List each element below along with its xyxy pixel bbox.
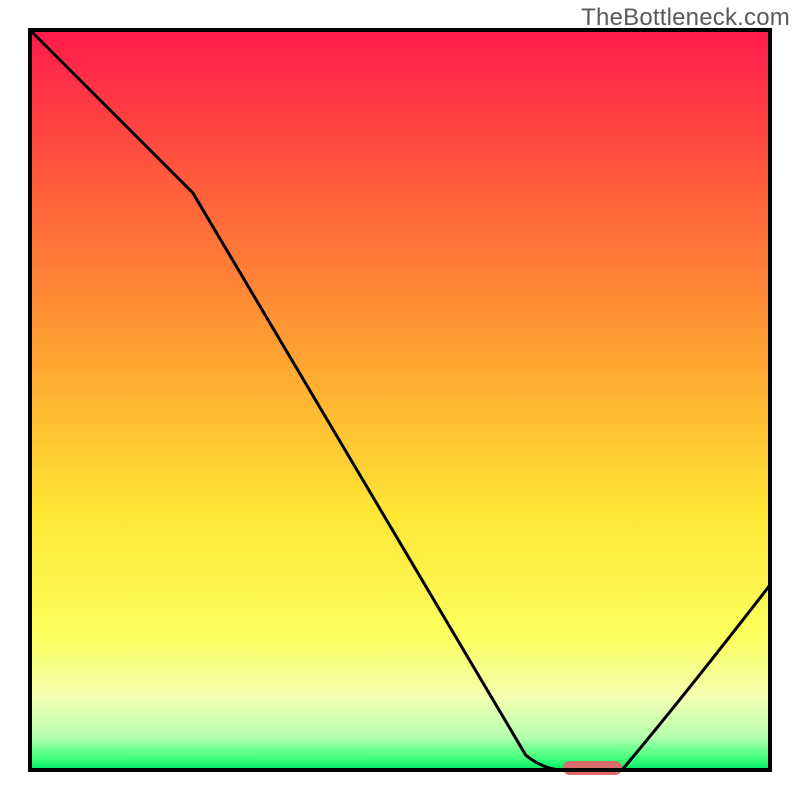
watermark-text: TheBottleneck.com — [581, 4, 790, 32]
bottleneck-chart — [0, 0, 800, 800]
chart-container: TheBottleneck.com — [0, 0, 800, 800]
